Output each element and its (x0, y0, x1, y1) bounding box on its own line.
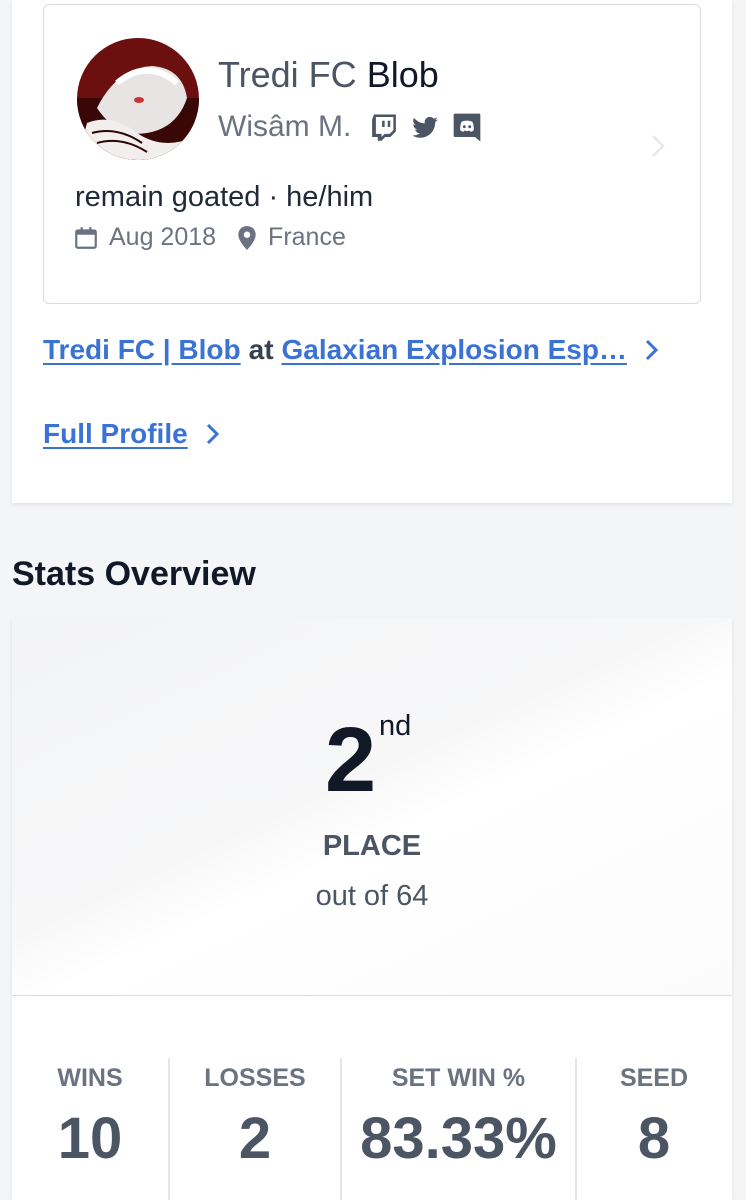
joined-date: Aug 2018 (109, 223, 217, 251)
stat-wins: WINS 10 (12, 1058, 168, 1200)
placement-out-of: out of 64 (315, 880, 429, 912)
placement-number: 2 (325, 709, 377, 811)
tournament-link[interactable]: Galaxian Explosion Esp… (282, 334, 627, 366)
placement-label: PLACE (322, 830, 422, 862)
avatar (77, 38, 199, 160)
sub-row: Wisâm M. (218, 107, 495, 147)
stat-set-win-percent: SET WIN % 83.33% (341, 1058, 576, 1200)
section-title: Stats Overview (12, 555, 256, 593)
at-text: at (248, 334, 274, 365)
profile-card: Tredi FC Blob Wisâm M. remain goated · h… (12, 0, 732, 503)
chevron-right-icon (647, 133, 669, 164)
entrant-event-link[interactable]: Tredi FC | Blob at Galaxian Explosion Es… (43, 334, 661, 366)
location: France (268, 223, 346, 251)
discord-icon[interactable] (451, 111, 483, 143)
placement-panel: 2 nd PLACE out of 64 (12, 618, 732, 996)
real-name: Wisâm M. (218, 110, 352, 143)
location-pin-icon (236, 225, 258, 251)
stat-label: SEED (619, 1064, 689, 1092)
meta-row: Aug 2018 France (73, 223, 346, 252)
stat-losses: LOSSES 2 (169, 1058, 341, 1200)
stat-value: 83.33% (360, 1106, 557, 1171)
chevron-right-icon[interactable] (204, 422, 222, 446)
stat-seed: SEED 8 (576, 1058, 732, 1200)
stat-label: SET WIN % (391, 1064, 526, 1092)
user-summary-box[interactable]: Tredi FC Blob Wisâm M. remain goated · h… (43, 4, 701, 304)
placement-suffix: nd (379, 710, 412, 742)
display-name: Tredi FC Blob (218, 55, 439, 95)
chevron-right-icon[interactable] (643, 338, 661, 362)
full-profile-label[interactable]: Full Profile (43, 418, 188, 450)
stat-value: 2 (238, 1106, 272, 1171)
team-player-link[interactable]: Tredi FC | Blob (43, 334, 241, 366)
calendar-icon (73, 225, 99, 251)
gamer-tag: Blob (366, 54, 439, 95)
stat-label: WINS (57, 1064, 123, 1092)
full-profile-link[interactable]: Full Profile (43, 418, 222, 450)
stats-card: 2 nd PLACE out of 64 WINS 10 LOSSES 2 SE… (12, 618, 732, 1200)
bio-text: remain goated · he/him (75, 181, 374, 213)
stat-value: 10 (57, 1106, 123, 1171)
stats-row: WINS 10 LOSSES 2 SET WIN % 83.33% SEED 8 (12, 1058, 732, 1200)
twitch-icon[interactable] (369, 112, 399, 142)
stat-label: LOSSES (204, 1064, 306, 1092)
team-prefix: Tredi FC (218, 54, 357, 95)
twitter-icon[interactable] (411, 113, 439, 141)
stat-value: 8 (637, 1106, 671, 1171)
